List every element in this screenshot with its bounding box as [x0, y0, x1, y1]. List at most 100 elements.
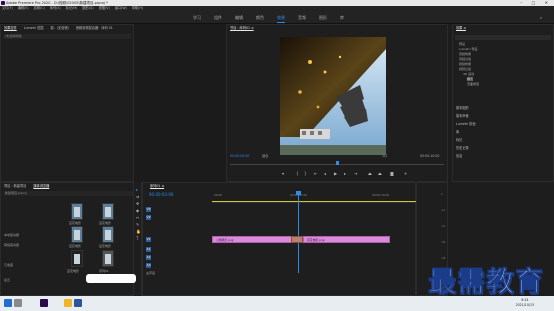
step-back-icon[interactable]: ◂ — [324, 171, 326, 176]
tab-lumetri-scopes[interactable]: Lumetri 范围 — [24, 26, 44, 30]
media-thumbnail[interactable] — [71, 250, 83, 267]
tree-item-audio-effects[interactable]: 音频效果 — [459, 52, 471, 56]
workspace-edit[interactable]: 编辑 — [235, 15, 243, 21]
search-icon[interactable]: ⌕ — [540, 15, 542, 20]
media-thumbnail[interactable] — [71, 203, 83, 220]
track-toggle[interactable]: V3 — [146, 207, 151, 212]
mark-in-icon[interactable]: { — [296, 171, 299, 176]
workspace-assembly[interactable]: 组件 — [214, 15, 222, 21]
media-thumbnail[interactable] — [102, 250, 114, 267]
tab-audio-clip-mixer[interactable]: 音频剪辑混合器：序列 01 — [76, 26, 113, 30]
program-timecode[interactable]: 00:00:00:00 — [230, 153, 249, 160]
menu-window[interactable]: 窗口(W) — [115, 6, 127, 10]
slip-tool-icon[interactable]: ↔ — [136, 216, 140, 220]
button-editor-icon[interactable]: + — [404, 171, 407, 176]
tree-item-lumetri-presets[interactable]: Lumetri 预设 — [459, 47, 478, 51]
type-tool-icon[interactable]: T — [136, 237, 140, 241]
go-to-out-icon[interactable]: ⇥ — [354, 171, 357, 176]
section-libraries[interactable]: 库 — [456, 129, 459, 134]
section-info[interactable]: 信息 — [456, 153, 462, 158]
tree-item-video-effects[interactable]: 视频效果 — [459, 62, 471, 66]
tab-effect-controls[interactable]: 效果控件 — [4, 26, 17, 30]
menu-edit[interactable]: 编辑(E) — [18, 6, 29, 10]
word-icon[interactable] — [74, 299, 82, 307]
tab-effects[interactable]: 效果 ≡ — [456, 26, 466, 30]
workspace-effects[interactable]: 效果 — [277, 15, 285, 23]
timeline-timecode[interactable]: 00:00:03:00 — [149, 192, 173, 197]
ime-toolbar[interactable] — [86, 274, 136, 283]
timeline-ruler[interactable]: 00:00 00:00:05:00 00:00:10:00 — [212, 191, 416, 203]
selection-tool-icon[interactable]: ▸ — [136, 188, 140, 192]
timeline-clip[interactable]: 豆花电影.png — [303, 236, 390, 243]
media-thumbnail[interactable] — [102, 203, 114, 220]
side-label-network[interactable]: 网络驱动器 — [4, 243, 19, 247]
add-marker-icon[interactable]: ▾ — [282, 171, 284, 176]
lift-icon[interactable]: ⏏ — [368, 171, 372, 176]
hand-tool-icon[interactable]: ✋ — [136, 230, 141, 234]
zoom-fit-select[interactable]: 适合 — [262, 153, 268, 160]
program-scrub-bar[interactable] — [230, 161, 444, 165]
menu-file[interactable]: 文件(F) — [2, 6, 13, 10]
workspace-libraries[interactable]: 库 — [340, 15, 344, 21]
side-label-recent[interactable]: 最近 — [4, 278, 10, 282]
workspace-learn[interactable]: 学习 — [193, 15, 201, 21]
tree-item-3d-motion[interactable]: 3D 运动 — [463, 72, 474, 76]
workspace-audio[interactable]: 音频 — [298, 15, 306, 21]
tab-program[interactable]: 节目：序列01 ≡ — [230, 26, 254, 30]
file-explorer-icon[interactable] — [64, 299, 72, 307]
track-toggle[interactable]: A3 — [146, 263, 151, 268]
track-toggle[interactable]: A1 — [146, 247, 151, 252]
work-area-bar[interactable] — [212, 201, 416, 202]
export-frame-icon[interactable]: ◙ — [390, 171, 394, 176]
step-forward-icon[interactable]: ▸ — [344, 171, 346, 176]
project-path[interactable]: 新建项目.prproj — [3, 191, 133, 196]
timeline-playhead[interactable] — [296, 191, 301, 273]
section-essential-graphics[interactable]: 基本图形 — [456, 105, 469, 110]
track-toggle[interactable]: V2 — [146, 215, 151, 220]
program-video-frame[interactable] — [280, 37, 386, 155]
menu-help[interactable]: 帮助(H) — [132, 6, 143, 10]
track-select-tool-icon[interactable]: ⇉ — [136, 195, 140, 199]
track-toggle[interactable]: A2 — [146, 255, 151, 260]
tab-media-browser[interactable]: 媒体浏览器 — [33, 184, 49, 188]
menu-view[interactable]: 视图(V) — [99, 6, 110, 10]
tree-item-presets[interactable]: 预设 — [459, 42, 465, 46]
pen-tool-icon[interactable]: ✎ — [136, 223, 140, 227]
go-to-in-icon[interactable]: ⇤ — [314, 171, 317, 176]
tab-project[interactable]: 项目：新建项目 — [4, 184, 26, 188]
timeline-clip[interactable]: 小猪佩奇.png — [212, 236, 292, 243]
section-markers[interactable]: 标记 — [456, 137, 462, 142]
track-toggle[interactable]: V1 — [146, 237, 151, 242]
mark-out-icon[interactable]: } — [304, 171, 307, 176]
side-label-favorites[interactable]: 已收藏 — [4, 263, 13, 267]
workspace-color[interactable]: 颜色 — [256, 15, 264, 21]
menu-graphics[interactable]: 图形(G) — [82, 6, 93, 10]
premiere-taskbar-icon[interactable] — [40, 299, 48, 307]
section-lumetri-color[interactable]: Lumetri 颜色 — [456, 121, 476, 126]
tree-item-video-transitions[interactable]: 视频过渡 — [459, 67, 471, 71]
tree-item-audio-transitions[interactable]: 音频过渡 — [459, 57, 471, 61]
tree-item-page-turn[interactable]: 翻页 — [467, 77, 474, 81]
tree-item-page-peel[interactable]: 页面剥落 — [467, 82, 479, 86]
transition-page-turn[interactable] — [291, 236, 303, 243]
menu-clip[interactable]: 剪辑(C) — [34, 6, 45, 10]
razor-tool-icon[interactable]: ◆ — [136, 209, 140, 213]
media-thumbnail[interactable] — [71, 226, 83, 243]
media-thumbnail[interactable] — [102, 226, 114, 243]
section-essential-sound[interactable]: 基本声音 — [456, 113, 469, 118]
effects-search-input[interactable] — [455, 35, 551, 40]
side-label-local[interactable]: 本地驱动器 — [4, 233, 19, 237]
ripple-edit-tool-icon[interactable]: ✥ — [136, 202, 140, 206]
menu-sequence[interactable]: 序列(S) — [50, 6, 61, 10]
tab-source[interactable]: 源：(无剪辑) — [50, 26, 68, 30]
search-icon[interactable] — [14, 299, 22, 307]
section-history[interactable]: 历史记录 — [456, 145, 469, 150]
program-playhead[interactable] — [336, 161, 339, 165]
workspace-graphics[interactable]: 图形 — [319, 15, 327, 21]
tab-sequence[interactable]: 序列01 ≡ — [150, 184, 164, 188]
windows-start-icon[interactable] — [4, 299, 12, 307]
resolution-select[interactable]: 1/2 — [382, 153, 387, 160]
menu-marker[interactable]: 标记(M) — [66, 6, 78, 10]
play-icon[interactable]: ▶ — [334, 171, 337, 176]
extract-icon[interactable]: ⏏ — [378, 171, 382, 176]
